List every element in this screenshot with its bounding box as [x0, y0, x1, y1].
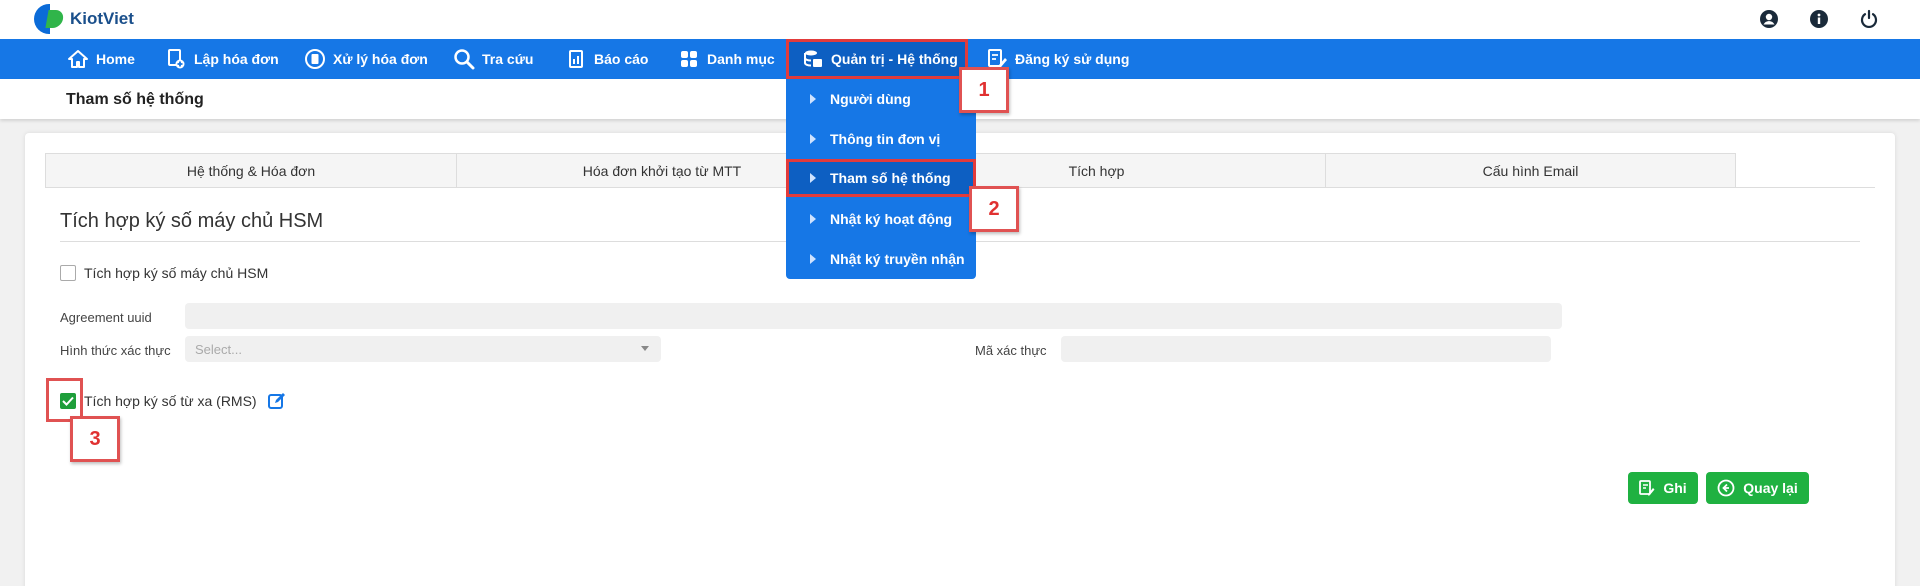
agreement-uuid-input[interactable] [185, 303, 1562, 329]
auth-method-label: Hình thức xác thực [60, 343, 171, 358]
invoice-process-icon [303, 47, 327, 71]
nav-lookup[interactable]: Tra cứu [452, 39, 533, 79]
grid-icon [677, 47, 701, 71]
edit-icon[interactable] [267, 391, 287, 411]
hsm-checkbox-label: Tích hợp ký số máy chủ HSM [84, 265, 269, 281]
rms-checkbox-label: Tích hợp ký số từ xa (RMS) [84, 393, 257, 409]
caret-right-icon [810, 94, 816, 104]
auth-code-input[interactable] [1061, 336, 1551, 362]
user-account-icon[interactable] [1758, 8, 1780, 30]
hsm-checkbox-row[interactable]: Tích hợp ký số máy chủ HSM [60, 265, 268, 281]
caret-right-icon [810, 134, 816, 144]
caret-right-icon [810, 173, 816, 183]
callout-1: 1 [959, 67, 1009, 113]
section-title: Tích hợp ký số máy chủ HSM [60, 210, 324, 232]
menu-item-users[interactable]: Người dùng [786, 80, 976, 118]
info-icon[interactable] [1808, 8, 1830, 30]
report-icon [564, 47, 588, 71]
power-icon[interactable] [1858, 8, 1880, 30]
caret-right-icon [810, 214, 816, 224]
database-icon [801, 47, 825, 71]
hsm-checkbox[interactable] [60, 265, 76, 281]
nav-report[interactable]: Báo cáo [564, 39, 648, 79]
callout-2: 2 [969, 186, 1019, 232]
nav-process-invoice[interactable]: Xử lý hóa đơn [303, 39, 428, 79]
top-bar: KiotViet [0, 0, 1920, 39]
menu-item-transmission-log[interactable]: Nhật ký truyền nhận [786, 240, 976, 278]
save-icon [1639, 480, 1655, 496]
back-icon [1717, 479, 1735, 497]
home-icon [66, 47, 90, 71]
rms-checkbox-row[interactable]: Tích hợp ký số từ xa (RMS) [60, 391, 287, 411]
callout-3: 3 [70, 416, 120, 462]
logo-mark-icon [34, 4, 66, 34]
admin-dropdown-menu: Người dùng Thông tin đơn vị Tham số hệ t… [786, 79, 976, 279]
auth-method-placeholder: Select... [195, 341, 242, 357]
nav-create-invoice[interactable]: Lập hóa đơn [164, 39, 279, 79]
chevron-down-icon [641, 346, 649, 351]
invoice-add-icon [164, 47, 188, 71]
auth-code-label: Mã xác thực [975, 343, 1047, 358]
tab-email-config[interactable]: Cấu hình Email [1325, 153, 1736, 188]
menu-item-activity-log[interactable]: Nhật ký hoạt động [786, 200, 976, 238]
tab-system-invoice[interactable]: Hệ thống & Hóa đơn [45, 153, 456, 188]
kiotviet-logo[interactable]: KiotViet [34, 4, 134, 34]
page-title: Tham số hệ thống [66, 91, 204, 108]
nav-admin-system[interactable]: Quản trị - Hệ thống [786, 39, 968, 79]
nav-home[interactable]: Home [66, 39, 135, 79]
search-icon [452, 47, 476, 71]
auth-method-select[interactable]: Select... [185, 336, 661, 362]
caret-right-icon [810, 254, 816, 264]
logo-text: KiotViet [70, 9, 134, 28]
back-button[interactable]: Quay lại [1706, 472, 1809, 504]
menu-item-unit-info[interactable]: Thông tin đơn vị [786, 120, 976, 158]
save-button[interactable]: Ghi [1628, 472, 1698, 504]
menu-item-system-params[interactable]: Tham số hệ thống [786, 159, 976, 197]
nav-catalog[interactable]: Danh mục [677, 39, 775, 79]
agreement-uuid-label: Agreement uuid [60, 310, 152, 325]
